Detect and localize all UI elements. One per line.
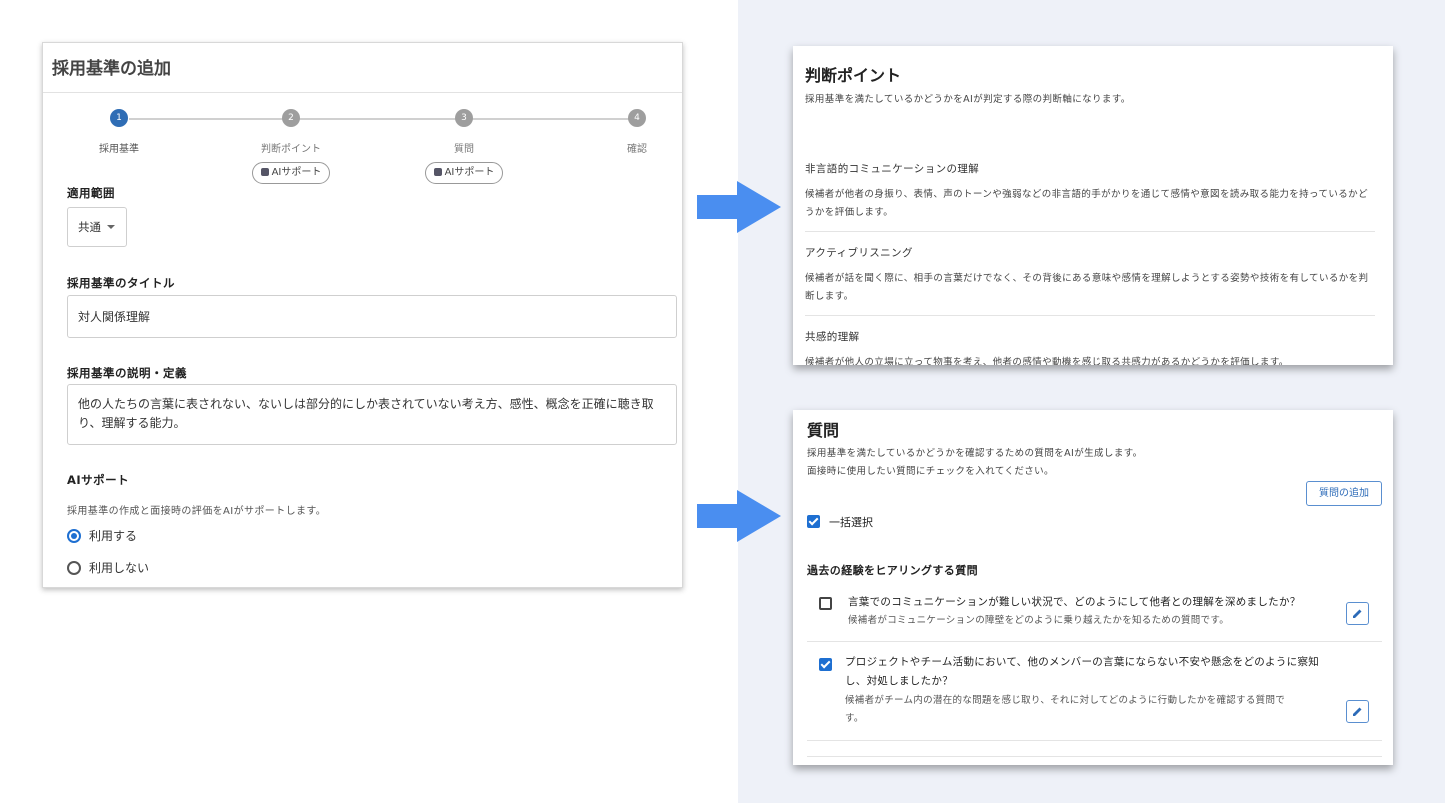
judgment-title: 判断ポイント (805, 66, 902, 85)
ai-chip-label: AIサポート (271, 167, 322, 178)
step-4-circle: 4 (628, 109, 646, 127)
judgment-item-description: 候補者が話を聞く際に、相手の言葉だけでなく、その背後にある意味や感情を理解しよう… (805, 273, 1369, 302)
description-textarea[interactable]: 他の人たちの言葉に表されない、ないしは部分的にしか表されていない考え方、感性、概… (67, 384, 677, 445)
judgment-item: 非言語的コミュニケーションの理解 候補者が他者の身振り、表情、声のトーンや強弱な… (805, 161, 1375, 222)
radio-not-use[interactable]: 利用しない (67, 559, 149, 576)
pencil-icon (1353, 707, 1362, 716)
judgment-item-title: 非言語的コミュニケーションの理解 (805, 163, 980, 175)
title-field-label: 採用基準のタイトル (67, 276, 175, 290)
judgment-item: アクティブリスニング 候補者が話を聞く際に、相手の言葉だけでなく、その背後にある… (805, 245, 1375, 306)
step-4[interactable]: 4 確認 (577, 109, 697, 155)
select-all-checkbox[interactable] (807, 515, 820, 528)
divider (805, 315, 1375, 316)
questions-subtitle-2: 面接時に使用したい質問にチェックを入れてください。 (807, 466, 1054, 477)
divider (805, 231, 1375, 232)
arrow-right-icon (697, 490, 781, 542)
question-note-line-2: す。 (845, 713, 864, 724)
divider (807, 756, 1382, 757)
divider (807, 641, 1382, 642)
question-checkbox[interactable] (819, 658, 832, 671)
page-title: 採用基準の追加 (52, 59, 171, 79)
question-text: 言葉でのコミュニケーションが難しい状況で、どのようにして他者との理解を深めました… (848, 596, 1301, 608)
judgment-item-description: 候補者が他人の立場に立って物事を考え、他者の感情や動機を感じ取る共感力があるかど… (805, 357, 1289, 365)
ai-chip-label: AIサポート (444, 167, 495, 178)
step-1[interactable]: 1 採用基準 (59, 109, 179, 155)
judgment-item: 共感的理解 候補者が他人の立場に立って物事を考え、他者の感情や動機を感じ取る共感… (805, 329, 1375, 365)
judgment-item-description: 候補者が他者の身振り、表情、声のトーンや強弱などの非言語的手がかりを通じて感情や… (805, 189, 1368, 218)
judgment-item-title: アクティブリスニング (805, 247, 913, 259)
edit-question-button[interactable] (1346, 602, 1369, 625)
arrow-right-icon (697, 181, 781, 233)
step-2-label: 判断ポイント (261, 144, 321, 155)
questions-title: 質問 (807, 421, 840, 440)
step-3[interactable]: 3 質問 AIサポート (404, 109, 524, 184)
add-criteria-card: 採用基準の追加 1 採用基準 2 判断ポイント AIサポート 3 質問 AIサポ… (42, 42, 683, 588)
pencil-icon (1353, 609, 1362, 618)
question-text-line-2: し、対処しましたか？ (845, 675, 953, 687)
select-all-label: 一括選択 (829, 516, 873, 529)
stepper-line (129, 118, 629, 120)
question-text-line-1: プロジェクトやチーム活動において、他のメンバーの言葉にならない不安や懸念をどのよ… (845, 656, 1320, 668)
radio-use-label: 利用する (89, 529, 138, 543)
questions-subtitle-1: 採用基準を満たしているかどうかを確認するための質問をAIが生成します。 (807, 448, 1143, 459)
step-4-label: 確認 (627, 144, 647, 155)
edit-question-button[interactable] (1346, 700, 1369, 723)
step-3-label: 質問 (454, 144, 474, 155)
radio-unselected-icon (67, 561, 81, 575)
robot-icon (260, 168, 269, 176)
step-1-label: 採用基準 (99, 144, 139, 155)
description-field-label: 採用基準の説明・定義 (67, 366, 187, 380)
radio-selected-icon (67, 529, 81, 543)
step-2[interactable]: 2 判断ポイント AIサポート (231, 109, 351, 184)
question-note: 候補者がコミュニケーションの障壁をどのように乗り越えたかを知るための質問です。 (848, 615, 1230, 626)
step-1-circle: 1 (110, 109, 128, 127)
scope-value: 共通 (78, 220, 101, 234)
step-2-circle: 2 (282, 109, 300, 127)
judgment-points-card: 判断ポイント 採用基準を満たしているかどうかをAIが判定する際の判断軸になります… (793, 46, 1393, 365)
radio-not-use-label: 利用しない (89, 561, 150, 575)
ai-support-chip-step-3: AIサポート (424, 162, 504, 184)
ai-support-description: 採用基準の作成と面接時の評価をAIがサポートします。 (67, 506, 327, 517)
title-input[interactable]: 対人関係理解 (67, 295, 677, 338)
question-note-line-1: 候補者がチーム内の潜在的な問題を感じ取り、それに対してどのように行動したかを確認… (845, 695, 1286, 706)
question-section-title: 過去の経験をヒアリングする質問 (807, 564, 978, 577)
scope-select[interactable]: 共通 (67, 207, 127, 247)
judgment-subtitle: 採用基準を満たしているかどうかをAIが判定する際の判断軸になります。 (805, 94, 1131, 105)
questions-card: 質問 採用基準を満たしているかどうかを確認するための質問をAIが生成します。 面… (793, 410, 1393, 765)
step-3-circle: 3 (455, 109, 473, 127)
question-checkbox[interactable] (819, 597, 832, 610)
divider (807, 740, 1382, 741)
add-question-button[interactable]: 質問の追加 (1306, 481, 1382, 506)
ai-support-label: AIサポート (67, 473, 130, 487)
robot-icon (433, 168, 442, 176)
radio-use[interactable]: 利用する (67, 527, 137, 544)
judgment-item-title: 共感的理解 (805, 331, 860, 343)
scope-label: 適用範囲 (67, 186, 115, 200)
caret-down-icon (107, 225, 115, 229)
card-header: 採用基準の追加 (43, 43, 682, 93)
ai-support-chip-step-2: AIサポート (251, 162, 331, 184)
stepper: 1 採用基準 2 判断ポイント AIサポート 3 質問 AIサポート 4 確認 (43, 109, 684, 189)
